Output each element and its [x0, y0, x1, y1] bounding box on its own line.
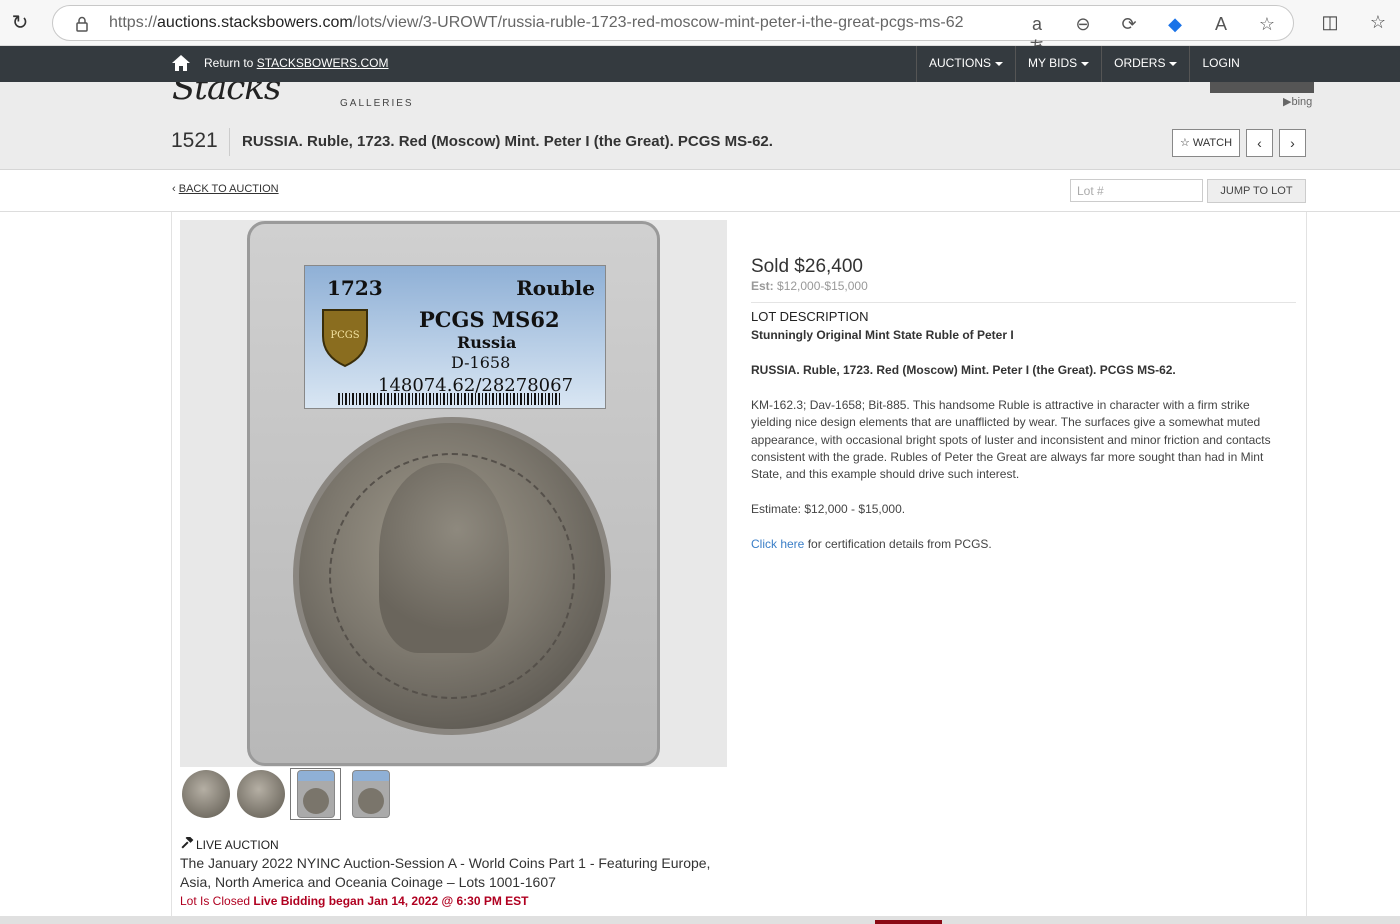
- slab-reference: D-1658: [451, 353, 511, 372]
- back-label: BACK TO AUCTION: [178, 183, 279, 195]
- lot-estimate-text: Estimate: $12,000 - $15,000.: [751, 502, 906, 516]
- page-bottom-strip: [0, 916, 1400, 924]
- url-path: /lots/view/3-UROWT/russia-ruble-1723-red…: [352, 14, 964, 31]
- nav-auctions-label: AUCTIONS: [929, 56, 992, 70]
- bidding-start-label: Live Bidding began Jan 14, 2022 @ 6:30 P…: [253, 894, 529, 908]
- bottom-tab-indicator[interactable]: [875, 920, 942, 924]
- lot-number: 1521: [171, 129, 218, 152]
- certification-text: for certification details from PCGS.: [804, 537, 992, 551]
- bing-logo: ▶bing: [1283, 96, 1313, 108]
- return-label: Return to: [204, 56, 254, 70]
- browser-toolbar: ↻ https://auctions.stacksbowers.com/lots…: [0, 0, 1400, 58]
- lot-subbar: ‹ BACK TO AUCTION JUMP TO LOT: [0, 170, 1400, 212]
- nav-my-bids-label: MY BIDS: [1028, 56, 1078, 70]
- lot-description-title: RUSSIA. Ruble, 1723. Red (Moscow) Mint. …: [751, 363, 1176, 377]
- estimate-key: Est:: [751, 279, 774, 293]
- favorites-list-icon[interactable]: ☆: [1366, 10, 1390, 34]
- thumbnail-obverse[interactable]: [180, 768, 231, 820]
- home-icon[interactable]: [171, 54, 191, 72]
- thumbnail-reverse[interactable]: [235, 768, 286, 820]
- translate-widget[interactable]: [1210, 82, 1314, 93]
- address-bar[interactable]: https://auctions.stacksbowers.com/lots/v…: [52, 5, 1294, 58]
- nav-menu: AUCTIONS MY BIDS ORDERS LOGIN: [916, 46, 1252, 82]
- thumbnail-slab-front[interactable]: [290, 768, 341, 820]
- watch-button[interactable]: ☆ WATCH: [1172, 129, 1240, 157]
- lot-status: Lot Is Closed Live Bidding began Jan 14,…: [180, 894, 529, 908]
- caret-down-icon: [1169, 61, 1178, 66]
- thumbnail-strip: [180, 768, 396, 820]
- gavel-icon: [181, 837, 194, 849]
- return-to-site: Return to STACKSBOWERS.COM: [204, 56, 389, 70]
- lot-description-heading: LOT DESCRIPTION: [751, 309, 869, 324]
- nav-orders[interactable]: ORDERS: [1101, 46, 1189, 82]
- thumbnail-coin-image: [236, 770, 285, 818]
- lot-number-input[interactable]: [1070, 179, 1203, 202]
- live-auction-label: LIVE AUCTION: [196, 838, 279, 852]
- lock-icon: [76, 16, 88, 32]
- nav-login-label: LOGIN: [1202, 56, 1240, 70]
- thumbnail-slab-image: [296, 770, 335, 818]
- watch-label: WATCH: [1192, 137, 1233, 149]
- lot-description-body: KM-162.3; Dav-1658; Bit-885. This handso…: [751, 398, 1271, 482]
- translate-icon[interactable]: aあ: [1025, 12, 1049, 58]
- nav-auctions[interactable]: AUCTIONS: [916, 46, 1015, 82]
- site-logo[interactable]: Stacks Bowers GALLERIES: [172, 82, 412, 112]
- pcgs-shield-icon: PCGS: [322, 309, 368, 368]
- url-host: auctions.stacksbowers.com: [157, 14, 353, 31]
- read-aloud-icon[interactable]: A: [1209, 12, 1233, 36]
- slab-country: Russia: [457, 333, 517, 352]
- thumbnail-slab-image: [351, 770, 390, 818]
- estimate-line: Est: $12,000-$15,000: [751, 279, 868, 293]
- caret-down-icon: [995, 61, 1004, 66]
- nav-orders-label: ORDERS: [1114, 56, 1166, 70]
- chevron-left-icon: ‹: [1257, 135, 1262, 151]
- lot-title: RUSSIA. Ruble, 1723. Red (Moscow) Mint. …: [242, 133, 773, 150]
- jump-to-lot-button[interactable]: JUMP TO LOT: [1207, 179, 1306, 203]
- live-auction-heading: LIVE AUCTION: [181, 837, 279, 852]
- back-to-auction-link[interactable]: ‹ BACK TO AUCTION: [172, 183, 279, 195]
- slab-label: 1723 Rouble PCGS PCGS MS62 Russia D-1658…: [304, 265, 606, 409]
- nav-my-bids[interactable]: MY BIDS: [1015, 46, 1101, 82]
- nav-login[interactable]: LOGIN: [1189, 46, 1251, 82]
- lot-description-subtitle: Stunningly Original Mint State Ruble of …: [751, 328, 1014, 342]
- caret-down-icon: [1081, 61, 1090, 66]
- slab-grade: PCGS MS62: [419, 307, 560, 332]
- divider: [751, 302, 1296, 303]
- split-screen-icon[interactable]: ◫: [1318, 10, 1342, 34]
- lot-divider: [229, 128, 230, 156]
- thumbnail-slab-back[interactable]: [345, 768, 396, 820]
- lot-closed-label: Lot Is Closed: [180, 894, 251, 908]
- site-top-nav: Return to STACKSBOWERS.COM AUCTIONS MY B…: [0, 46, 1400, 82]
- chevron-right-icon: ›: [1290, 135, 1295, 151]
- coupon-tag-icon[interactable]: ◆: [1163, 12, 1187, 36]
- thumbnail-coin-image: [181, 770, 230, 818]
- extension-icon[interactable]: ⟳: [1117, 12, 1141, 36]
- next-lot-button[interactable]: ›: [1279, 129, 1306, 157]
- reload-icon[interactable]: ↻: [8, 11, 32, 35]
- stacksbowers-link[interactable]: STACKSBOWERS.COM: [257, 56, 389, 70]
- logo-subtitle: GALLERIES: [340, 98, 412, 109]
- coin-image: [293, 417, 611, 735]
- favorite-star-icon[interactable]: ☆: [1255, 12, 1279, 36]
- coin-portrait: [379, 463, 509, 653]
- zoom-out-icon[interactable]: ⊖: [1071, 12, 1095, 36]
- sold-price: Sold $26,400: [751, 256, 863, 277]
- slab-denomination: Rouble: [516, 276, 595, 300]
- previous-lot-button[interactable]: ‹: [1246, 129, 1273, 157]
- estimate-range: $12,000-$15,000: [777, 279, 868, 293]
- certification-line: Click here for certification details fro…: [751, 537, 992, 551]
- barcode: [338, 393, 560, 405]
- svg-text:PCGS: PCGS: [330, 330, 359, 341]
- slab-year: 1723: [327, 276, 383, 300]
- star-outline-icon: ☆: [1179, 137, 1190, 149]
- auction-name-link[interactable]: The January 2022 NYINC Auction-Session A…: [180, 854, 720, 892]
- url-prefix: https://: [109, 14, 158, 31]
- lot-header: Stacks Bowers GALLERIES ▶bing 1521 RUSSI…: [0, 82, 1400, 170]
- url-text[interactable]: https://auctions.stacksbowers.com/lots/v…: [109, 14, 964, 32]
- certification-link[interactable]: Click here: [751, 537, 804, 551]
- chevron-left-icon: ‹: [172, 183, 176, 195]
